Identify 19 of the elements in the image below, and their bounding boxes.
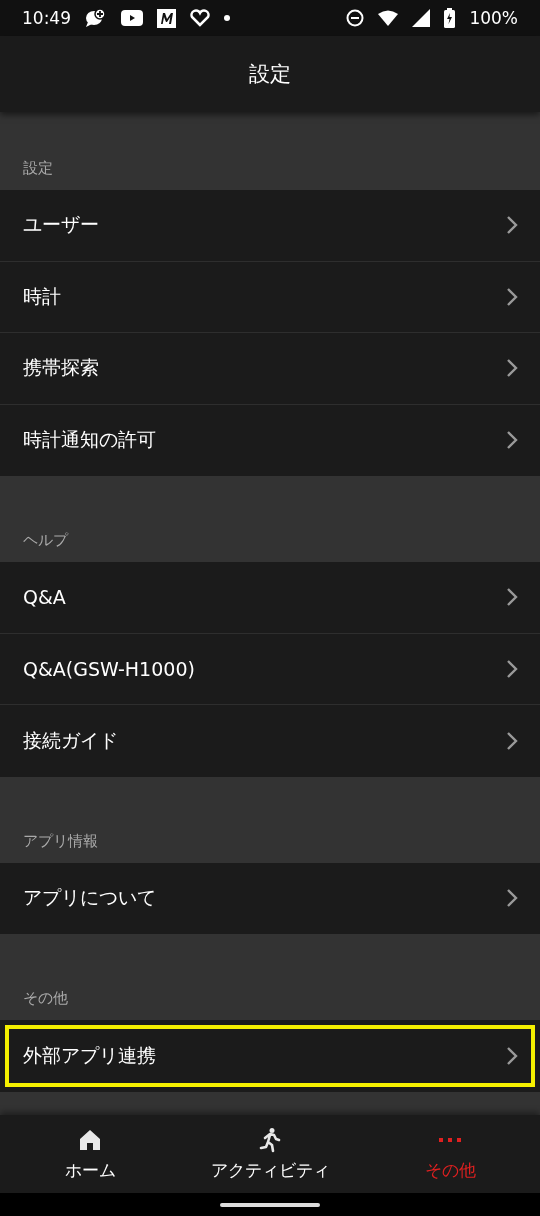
- screen-title: 設定: [249, 61, 291, 88]
- settings-row[interactable]: 接続ガイド: [0, 705, 540, 777]
- nav-tab[interactable]: ホーム: [0, 1115, 180, 1193]
- battery-percentage: 100%: [469, 8, 518, 28]
- section-title: その他: [23, 989, 68, 1008]
- status-time: 10:49: [22, 8, 71, 28]
- settings-row[interactable]: 時計通知の許可: [0, 404, 540, 476]
- settings-row[interactable]: Q&A: [0, 562, 540, 634]
- settings-row[interactable]: ユーザー: [0, 190, 540, 262]
- section-title: アプリ情報: [23, 831, 98, 851]
- settings-row[interactable]: アプリについて: [0, 862, 540, 934]
- settings-row[interactable]: 外部アプリ連携: [0, 1020, 540, 1092]
- settings-row[interactable]: Q&A(GSW-H1000): [0, 633, 540, 705]
- settings-row[interactable]: 携帯探索: [0, 333, 540, 405]
- nav-tab[interactable]: アクティビティ: [180, 1115, 360, 1193]
- section-title: 設定: [23, 159, 53, 178]
- section-title: ヘルプ: [23, 531, 68, 550]
- nav-tab[interactable]: その他: [360, 1115, 540, 1193]
- settings-row[interactable]: 時計: [0, 261, 540, 333]
